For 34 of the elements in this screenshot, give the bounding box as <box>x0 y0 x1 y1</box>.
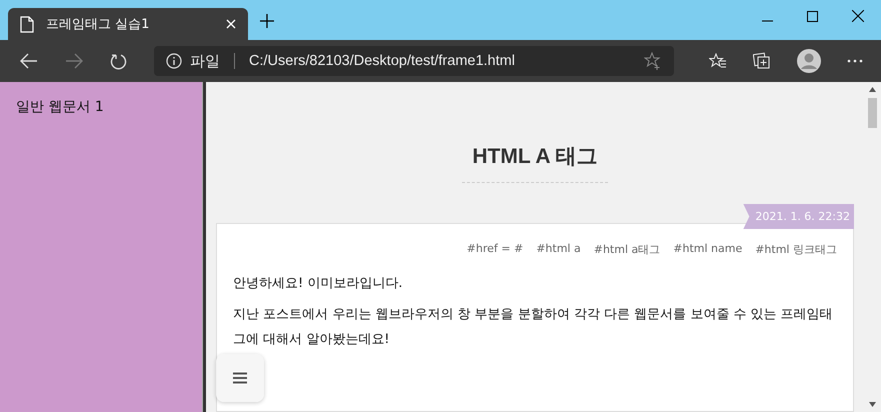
date-ribbon: 2021. 1. 6. 22:32 <box>743 204 854 229</box>
tag-link[interactable]: #html a태그 <box>594 242 660 257</box>
scroll-thumb[interactable] <box>868 98 877 128</box>
paragraph: 지난 포스트에서 우리는 웹브라우저의 창 부분을 분할하여 각각 다른 웹문서를 보여줄 수 있는 프레임태그에 대해서 알아봤는데요! <box>233 306 834 349</box>
avatar-icon[interactable] <box>797 49 821 73</box>
paragraph: 안녕하세요! 이미보라입니다. <box>233 275 404 293</box>
post-title: HTML A 태그 <box>462 142 608 183</box>
document-link[interactable]: 일반 웹문서 1 <box>16 99 104 115</box>
new-tab-icon[interactable] <box>260 14 274 28</box>
scroll-down-icon[interactable] <box>869 402 876 407</box>
scheme-label: 파일 <box>190 52 220 70</box>
favorites-icon[interactable] <box>709 53 727 69</box>
more-icon[interactable] <box>847 59 863 63</box>
tab-title: 프레임태그 실습1 <box>46 16 150 33</box>
info-icon[interactable] <box>166 53 182 69</box>
collections-icon[interactable] <box>753 52 771 70</box>
url-text: C:/Users/82103/Desktop/test/frame1.html <box>249 53 515 69</box>
refresh-icon[interactable] <box>110 52 127 70</box>
add-favorite-icon[interactable] <box>644 52 662 70</box>
maximize-icon[interactable] <box>807 11 818 22</box>
tag-link[interactable]: #href = # <box>466 242 524 257</box>
minimize-icon[interactable] <box>762 20 773 22</box>
menu-icon <box>233 372 247 384</box>
forward-icon[interactable] <box>65 53 83 69</box>
browser-tab[interactable]: 프레임태그 실습1 <box>8 8 248 40</box>
tag-link[interactable]: #html name <box>673 242 742 257</box>
close-icon[interactable] <box>852 10 864 22</box>
tag-link[interactable]: #html a <box>536 242 581 257</box>
page-icon <box>20 16 34 32</box>
back-icon[interactable] <box>20 53 38 69</box>
address-bar[interactable]: 파일 C:/Users/82103/Desktop/test/frame1.html <box>154 46 674 76</box>
tag-link[interactable]: #html 링크태그 <box>755 242 837 257</box>
scroll-up-icon[interactable] <box>869 87 876 92</box>
menu-button[interactable] <box>216 354 264 402</box>
